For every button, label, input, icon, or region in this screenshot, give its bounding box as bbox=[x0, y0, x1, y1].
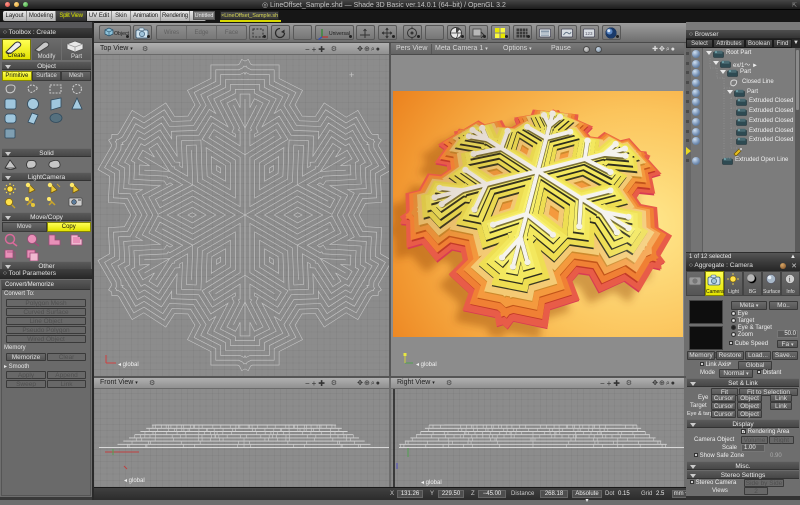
svg-text:i: i bbox=[789, 276, 791, 284]
svg-text:◂ global: ◂ global bbox=[118, 362, 139, 368]
svg-text:◂ global: ◂ global bbox=[416, 362, 437, 368]
svg-text:Universal: Universal bbox=[329, 31, 350, 37]
svg-text:123: 123 bbox=[585, 31, 593, 36]
